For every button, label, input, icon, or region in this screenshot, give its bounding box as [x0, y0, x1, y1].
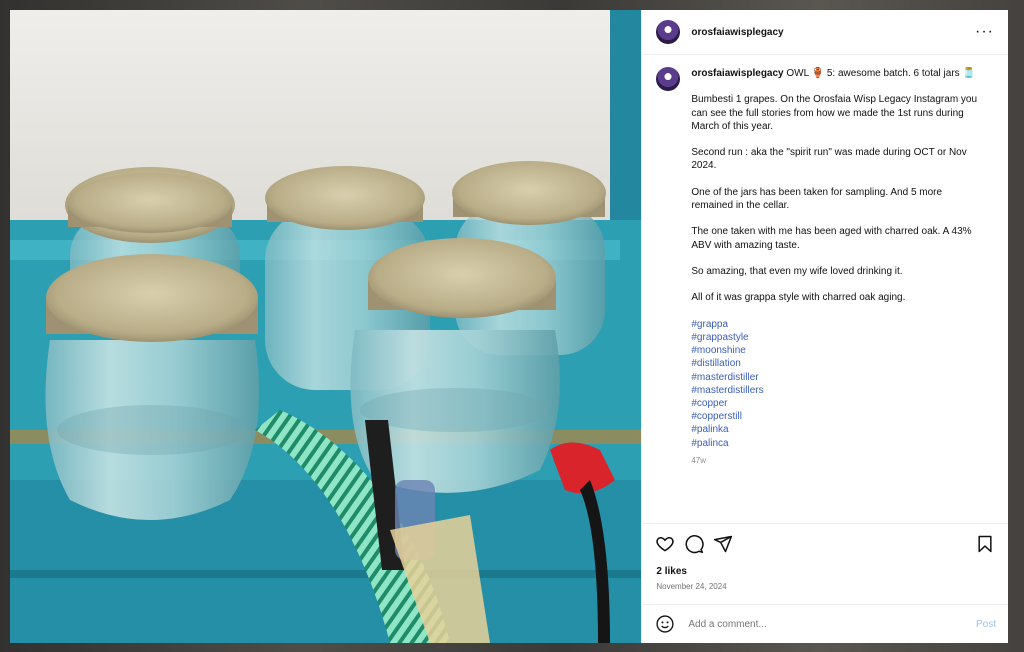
jars-photo-illustration — [10, 10, 642, 643]
hashtag-link[interactable]: #masterdistiller — [691, 371, 986, 384]
post-comment-button[interactable]: Post — [976, 619, 996, 630]
caption-author-avatar[interactable] — [656, 67, 681, 91]
post-header: orosfaiawisplegacy ··· — [642, 10, 1008, 55]
comment-input[interactable] — [686, 617, 976, 631]
post-modal: orosfaiawisplegacy ··· orosfaiawisplegac… — [10, 10, 1008, 643]
caption-area: orosfaiawisplegacy OWL 🏺 5: awesome batc… — [642, 55, 1008, 523]
hashtag-list: #grappa #grappastyle #moonshine #distill… — [691, 318, 986, 450]
hashtag-link[interactable]: #moonshine — [691, 344, 986, 357]
share-icon[interactable] — [712, 533, 734, 555]
author-username[interactable]: orosfaiawisplegacy — [691, 27, 975, 38]
bookmark-icon[interactable] — [974, 533, 996, 555]
hashtag-link[interactable]: #palinka — [691, 423, 986, 436]
caption-paragraph: One of the jars has been taken for sampl… — [691, 186, 945, 211]
post-side-panel: orosfaiawisplegacy ··· orosfaiawisplegac… — [641, 10, 1008, 643]
hashtag-link[interactable]: #palinca — [691, 437, 986, 450]
caption-timestamp[interactable]: 47w — [691, 454, 986, 467]
author-avatar[interactable] — [656, 20, 681, 44]
caption: orosfaiawisplegacy OWL 🏺 5: awesome batc… — [656, 67, 994, 467]
hashtag-link[interactable]: #grappastyle — [691, 331, 986, 344]
caption-paragraph: So amazing, that even my wife loved drin… — [691, 265, 903, 277]
caption-paragraph: Bumbesti 1 grapes. On the Orosfaia Wisp … — [691, 94, 980, 132]
heart-icon[interactable] — [654, 533, 676, 555]
comment-icon[interactable] — [683, 533, 705, 555]
hashtag-link[interactable]: #grappa — [691, 318, 986, 331]
comment-bar: Post — [642, 604, 1008, 643]
caption-text: orosfaiawisplegacy OWL 🏺 5: awesome batc… — [691, 67, 986, 467]
likes-count[interactable]: 2 likes — [642, 564, 1008, 580]
hashtag-link[interactable]: #copper — [691, 397, 986, 410]
caption-paragraph: All of it was grappa style with charred … — [691, 292, 906, 304]
caption-first-line: orosfaiawisplegacy OWL 🏺 5: awesome batc… — [691, 67, 986, 80]
post-date[interactable]: November 24, 2024 — [642, 580, 1008, 596]
caption-paragraph: The one taken with me has been aged with… — [691, 226, 974, 251]
emoji-icon[interactable] — [654, 613, 676, 635]
post-photo[interactable] — [10, 10, 642, 643]
caption-paragraph: OWL 🏺 5: awesome batch. 6 total jars 🫙 — [786, 68, 975, 79]
more-options-icon[interactable]: ··· — [975, 23, 994, 41]
caption-paragraph: Second run : aka the "spirit run" was ma… — [691, 147, 970, 172]
hashtag-link[interactable]: #masterdistillers — [691, 384, 986, 397]
hashtag-link[interactable]: #distillation — [691, 357, 986, 370]
hashtag-link[interactable]: #copperstill — [691, 410, 986, 423]
caption-username[interactable]: orosfaiawisplegacy — [691, 68, 783, 79]
action-bar — [642, 523, 1008, 564]
